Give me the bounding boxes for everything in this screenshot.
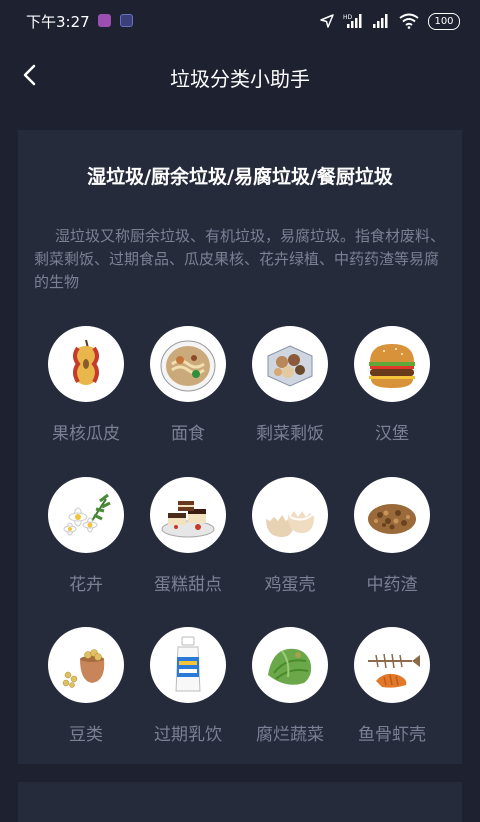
battery-indicator: 100	[428, 12, 460, 30]
fishbone-shrimp-icon	[354, 627, 430, 703]
item-label: 花卉	[69, 575, 103, 595]
item-cake[interactable]: 蛋糕甜点	[137, 477, 239, 617]
location-arrow-icon	[320, 14, 334, 28]
item-label: 蛋糕甜点	[154, 575, 222, 595]
next-category-card	[18, 782, 462, 822]
hamburger-icon	[354, 326, 430, 402]
item-label: 汉堡	[375, 424, 409, 444]
flower-icon	[48, 477, 124, 553]
item-beans[interactable]: 豆类	[35, 627, 137, 767]
item-fruit-peel[interactable]: 果核瓜皮	[35, 326, 137, 466]
item-expired-dairy[interactable]: 过期乳饮	[137, 627, 239, 767]
noodles-icon	[150, 326, 226, 402]
svg-text:HD: HD	[343, 14, 353, 21]
status-bar: 下午3:27 HD 100	[0, 0, 480, 42]
herb-residue-icon	[354, 477, 430, 553]
notification-app-icon	[120, 14, 133, 27]
signal-icon	[373, 14, 388, 28]
item-flowers[interactable]: 花卉	[35, 477, 137, 617]
item-eggshell[interactable]: 鸡蛋壳	[239, 477, 341, 617]
cake-icon	[150, 477, 226, 553]
item-label: 腐烂蔬菜	[256, 725, 324, 745]
item-rotten-vegetable[interactable]: 腐烂蔬菜	[239, 627, 341, 767]
page-title: 垃圾分类小助手	[170, 67, 310, 91]
leftovers-icon	[252, 326, 328, 402]
status-indicators: HD 100	[320, 11, 460, 31]
rotten-vegetable-icon	[252, 627, 328, 703]
category-description: 湿垃圾又称厨余垃圾、有机垃圾，易腐垃圾。指食材废料、剩菜剩饭、过期食品、瓜皮果核…	[34, 227, 446, 291]
item-noodles[interactable]: 面食	[137, 326, 239, 466]
item-label: 豆类	[69, 725, 103, 745]
item-leftovers[interactable]: 剩菜剩饭	[239, 326, 341, 466]
eggshell-icon	[252, 477, 328, 553]
notification-app-icon	[98, 14, 111, 27]
item-label: 鸡蛋壳	[264, 575, 316, 595]
item-label: 面食	[171, 424, 205, 444]
item-label: 中药渣	[366, 575, 418, 595]
item-label: 剩菜剩饭	[256, 424, 324, 444]
signal-hd-icon: HD	[343, 14, 362, 28]
item-label: 鱼骨虾壳	[358, 725, 426, 745]
category-card: 湿垃圾/厨余垃圾/易腐垃圾/餐厨垃圾 湿垃圾又称厨余垃圾、有机垃圾，易腐垃圾。指…	[18, 130, 462, 764]
status-time: 下午3:27	[26, 13, 90, 31]
category-title: 湿垃圾/厨余垃圾/易腐垃圾/餐厨垃圾	[87, 166, 393, 188]
item-hamburger[interactable]: 汉堡	[341, 326, 443, 466]
yogurt-bottle-icon	[150, 627, 226, 703]
item-label: 过期乳饮	[154, 725, 222, 745]
item-herb-residue[interactable]: 中药渣	[341, 477, 443, 617]
beans-icon	[48, 627, 124, 703]
header: 垃圾分类小助手	[0, 48, 480, 104]
wifi-icon	[399, 13, 419, 29]
item-fishbone-shrimp[interactable]: 鱼骨虾壳	[341, 627, 443, 767]
apple-core-icon	[48, 326, 124, 402]
item-label: 果核瓜皮	[52, 424, 120, 444]
